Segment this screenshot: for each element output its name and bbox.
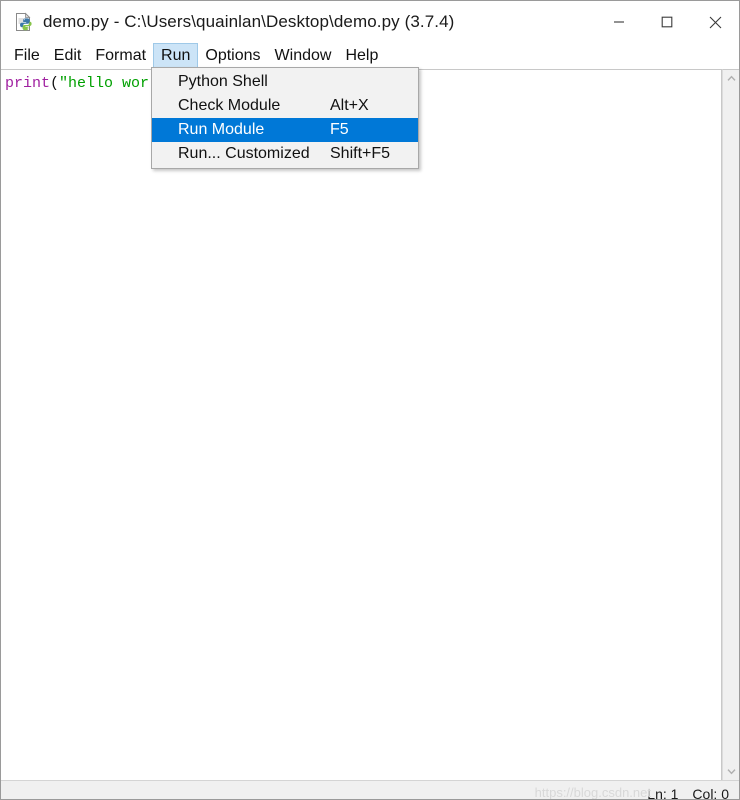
code-token-function: print <box>5 75 51 92</box>
code-editor[interactable]: print("hello wor <box>1 69 722 780</box>
menu-item-options[interactable]: Options <box>198 43 267 69</box>
vertical-scrollbar[interactable] <box>722 69 739 780</box>
window-title: demo.py - C:\Users\quainlan\Desktop\demo… <box>43 12 455 31</box>
python-file-icon <box>13 11 35 33</box>
run-menu-item-label: Check Module <box>178 97 281 114</box>
menu-item-help[interactable]: Help <box>338 43 385 69</box>
run-menu-item-check-module[interactable]: Check Module Alt+X <box>152 94 418 118</box>
run-menu-item-label: Run Module <box>178 121 265 138</box>
run-menu-item-python-shell[interactable]: Python Shell <box>152 70 418 94</box>
run-menu-item-accel: F5 <box>330 121 349 138</box>
run-menu-item-label: Run... Customized <box>178 145 310 162</box>
title-bar: demo.py - C:\Users\quainlan\Desktop\demo… <box>1 1 739 43</box>
menu-item-edit[interactable]: Edit <box>47 43 89 69</box>
status-column-indicator: Col: 0 <box>692 786 729 800</box>
menu-bar: File Edit Format Run Options Window Help <box>1 43 739 69</box>
scroll-up-button[interactable] <box>723 70 740 87</box>
menu-item-format[interactable]: Format <box>88 43 153 69</box>
editor-area: print("hello wor <box>1 69 739 780</box>
status-bar: https://blog.csdn.net Ln: 1 Col: 0 <box>1 780 739 800</box>
scroll-down-button[interactable] <box>723 763 740 780</box>
run-menu-item-accel: Alt+X <box>330 97 369 114</box>
chevron-down-icon <box>726 769 736 775</box>
close-button[interactable] <box>691 1 739 43</box>
minimize-icon <box>614 21 624 23</box>
chevron-up-icon <box>726 75 736 81</box>
minimize-button[interactable] <box>595 1 643 43</box>
code-token-string: "hello wor <box>59 75 150 92</box>
close-icon <box>709 16 721 28</box>
run-menu-item-run-module[interactable]: Run Module F5 <box>152 118 418 142</box>
code-token-paren: ( <box>50 75 60 92</box>
run-dropdown-menu: Python Shell Check Module Alt+X Run Modu… <box>151 67 419 169</box>
window-controls <box>595 1 739 43</box>
menu-item-window[interactable]: Window <box>268 43 339 69</box>
run-menu-item-run-customized[interactable]: Run... Customized Shift+F5 <box>152 142 418 166</box>
code-line-1: print("hello wor <box>5 74 149 94</box>
menu-item-run[interactable]: Run <box>153 43 199 69</box>
watermark-text: https://blog.csdn.net <box>534 785 651 800</box>
status-line-indicator: Ln: 1 <box>647 786 679 800</box>
run-menu-item-accel: Shift+F5 <box>330 145 391 162</box>
menu-item-file[interactable]: File <box>7 43 47 69</box>
idle-editor-window: demo.py - C:\Users\quainlan\Desktop\demo… <box>0 0 740 800</box>
run-menu-item-label: Python Shell <box>178 73 268 90</box>
maximize-button[interactable] <box>643 1 691 43</box>
maximize-icon <box>661 16 673 28</box>
